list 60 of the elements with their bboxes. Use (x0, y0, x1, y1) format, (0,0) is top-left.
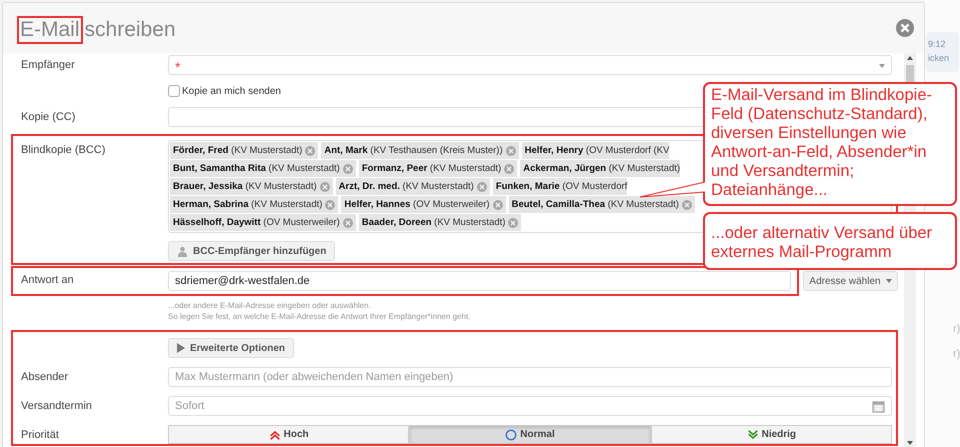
recipient-tag[interactable]: Herman, Sabrina (KV Musterstadt) (170, 196, 338, 213)
remove-icon[interactable] (476, 182, 487, 192)
double-chevron-up-icon (268, 428, 281, 440)
recipient-tag[interactable]: Brauer, Jessika (KV Musterstadt) (170, 178, 333, 195)
recipient-tag[interactable]: Formanz, Peer (KV Musterstadt) (358, 160, 518, 177)
remove-icon[interactable] (320, 182, 330, 192)
checkbox[interactable] (168, 85, 180, 97)
list-row-text: r) (953, 348, 960, 360)
recipient-tag[interactable]: Baader, Doreen (KV Musterstadt) (358, 214, 522, 231)
recipient-tag[interactable]: Ant, Mark (KV Testhausen (Kreis Muster)) (321, 142, 519, 159)
remove-icon[interactable] (342, 164, 353, 174)
field-label: Blindkopie (BCC) (21, 144, 106, 156)
field-label: Absender (21, 371, 68, 383)
add-bcc-button[interactable]: BCC-Empfänger hinzufügen (168, 241, 336, 261)
remove-icon[interactable] (682, 200, 692, 210)
field-label: Kopie (CC) (21, 111, 76, 123)
double-chevron-down-icon (746, 428, 759, 440)
person-icon (177, 246, 188, 256)
dialog-title: schreiben (84, 18, 176, 42)
required-mark: * (175, 58, 180, 74)
circle-icon (505, 428, 518, 440)
priority-option[interactable]: Normal (409, 425, 651, 444)
text-field[interactable]: sdriemer@drk-westfalen.de (168, 271, 791, 291)
callout-tooltip: E-Mail-Versand im Blindkopie-Feld (Datenschutz-Standard), diversen Einstellungen wie Antwort-an-Feld, Absender*in und Versandtermin; Dateianhänge... (703, 82, 957, 206)
priority-option[interactable]: Niedrig (650, 425, 892, 444)
caret-icon (879, 64, 885, 68)
recipient-tag[interactable]: Funken, Marie (OV Musterdorf (492, 178, 628, 195)
advanced-options-button[interactable]: Erweiterte Optionen (168, 338, 294, 358)
remove-icon[interactable] (325, 200, 336, 210)
recipient-tag[interactable]: Helfer, Henry (OV Musterdorf (KV (522, 142, 670, 159)
hint-text: ...oder andere E-Mail-Adresse eingeben oder auswählen. (168, 300, 372, 311)
callout-tooltip: ...oder alternativ Versand über externes Mail-Programm (703, 212, 957, 270)
remove-icon[interactable] (305, 146, 316, 156)
recipient-tag[interactable]: Hässelhoff, Daywitt (OV Musterweiler) (170, 214, 356, 231)
priority-option[interactable]: Hoch (168, 425, 410, 444)
recipient-tag[interactable]: Helfer, Hannes (OV Musterweiler) (341, 196, 506, 213)
field-label: Empfänger (21, 59, 75, 71)
field-label: Antwort an (21, 274, 74, 286)
remove-icon[interactable] (492, 200, 503, 210)
close-icon[interactable] (896, 19, 914, 37)
recipient-tag[interactable]: Förder, Fred (KV Musterstadt) (170, 142, 318, 159)
notification-text: 9:12 (928, 38, 946, 51)
remove-icon[interactable] (504, 164, 514, 174)
recipient-tag[interactable]: Beutel, Camilla-Thea (KV Musterstadt) (508, 196, 695, 213)
notification-text: icken (928, 52, 950, 65)
recipient-tag[interactable]: Ackerman, Jürgen (KV Musterstadt) (520, 160, 680, 177)
field-label: Versandtermin (21, 400, 92, 412)
recipient-tag[interactable]: Arzt, Dr. med. (KV Musterstadt) (336, 178, 490, 195)
remove-icon[interactable] (508, 218, 518, 228)
select-field[interactable]: * (168, 55, 892, 75)
remove-icon[interactable] (506, 146, 516, 156)
checkbox-label: Kopie an mich senden (182, 86, 281, 96)
address-dropdown-button[interactable]: Adresse wählen (803, 271, 898, 291)
calendar-icon[interactable] (872, 400, 885, 413)
list-row-text: r) (953, 323, 960, 335)
recipient-tag[interactable]: Bunt, Samantha Rita (KV Musterstadt) (170, 160, 356, 177)
field-label: Priorität (21, 429, 59, 441)
remove-icon[interactable] (342, 218, 353, 228)
dialog-title: E-Mail (19, 18, 81, 42)
hint-text: So legen Sie fest, an welche E-Mail-Adresse die Antwort Ihrer Empfänger*innen geht. (168, 311, 472, 322)
